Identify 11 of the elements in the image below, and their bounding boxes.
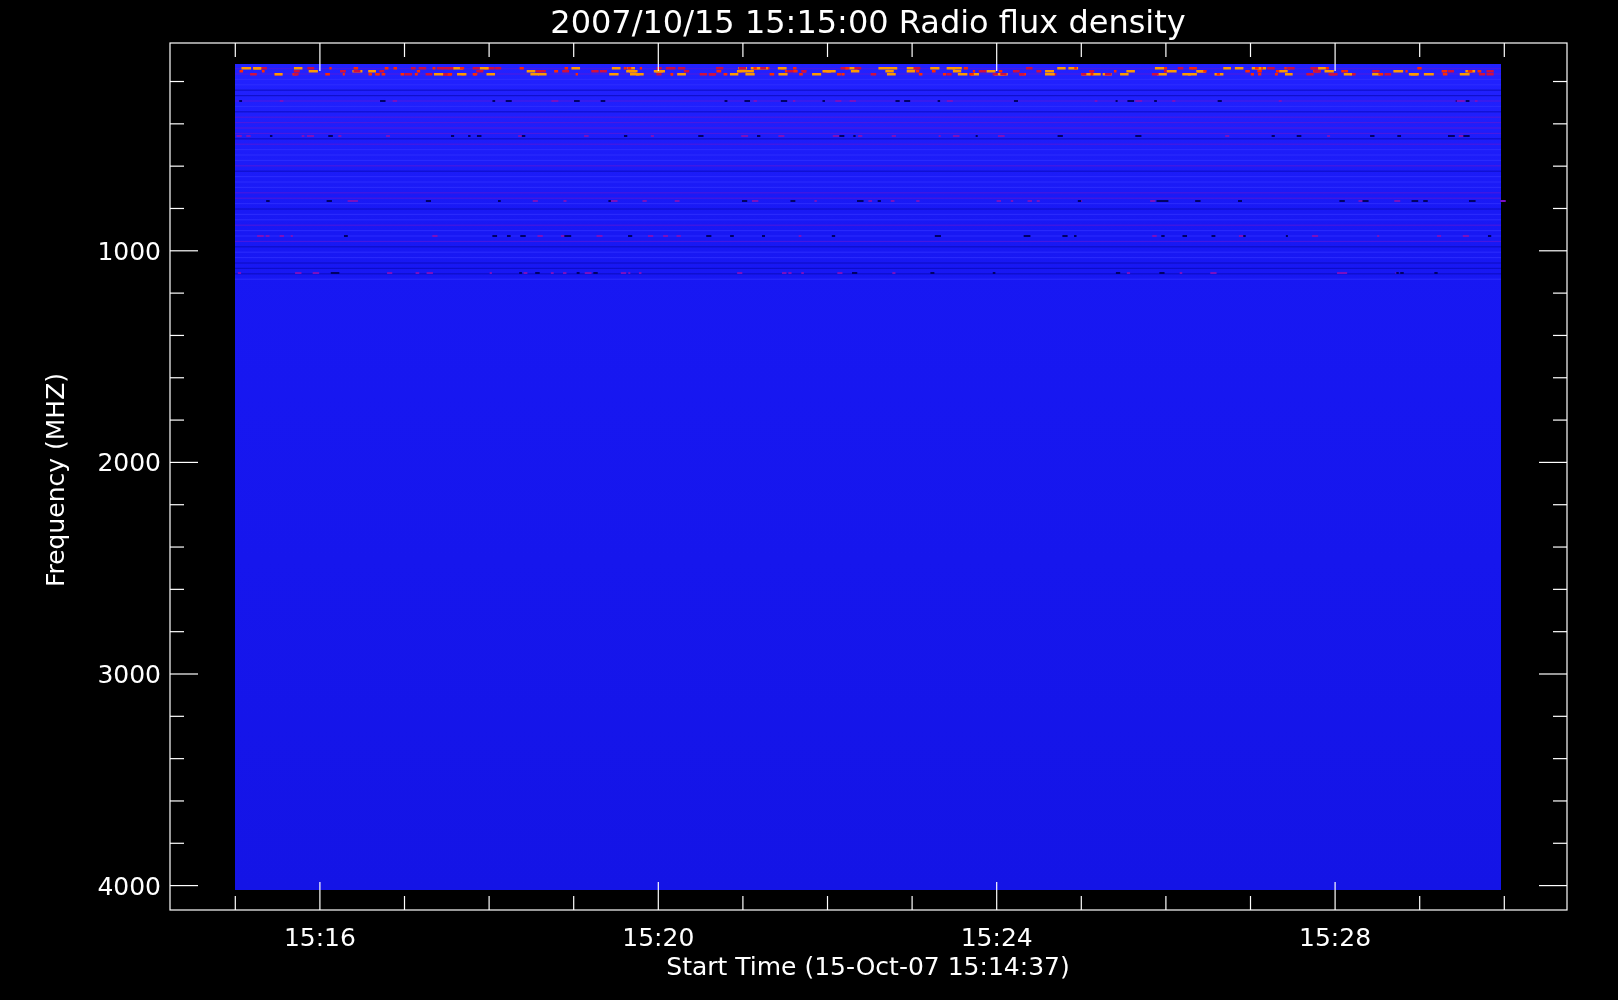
tick-label: 15:24 [960,923,1033,952]
plot-title: 2007/10/15 15:15:00 Radio flux density [550,3,1186,41]
tick-label: 15:28 [1299,923,1372,952]
tick-label: 3000 [97,660,161,689]
axis-label: Frequency (MHZ) [41,372,70,588]
tick-label: 4000 [97,871,161,901]
tick-label: 15:16 [283,923,356,952]
tick-label: 2000 [97,448,161,478]
axis-label: Start Time (15-Oct-07 15:14:37) [666,952,1070,981]
tick-label: 15:20 [622,923,695,952]
tick-label: 1000 [97,236,161,266]
